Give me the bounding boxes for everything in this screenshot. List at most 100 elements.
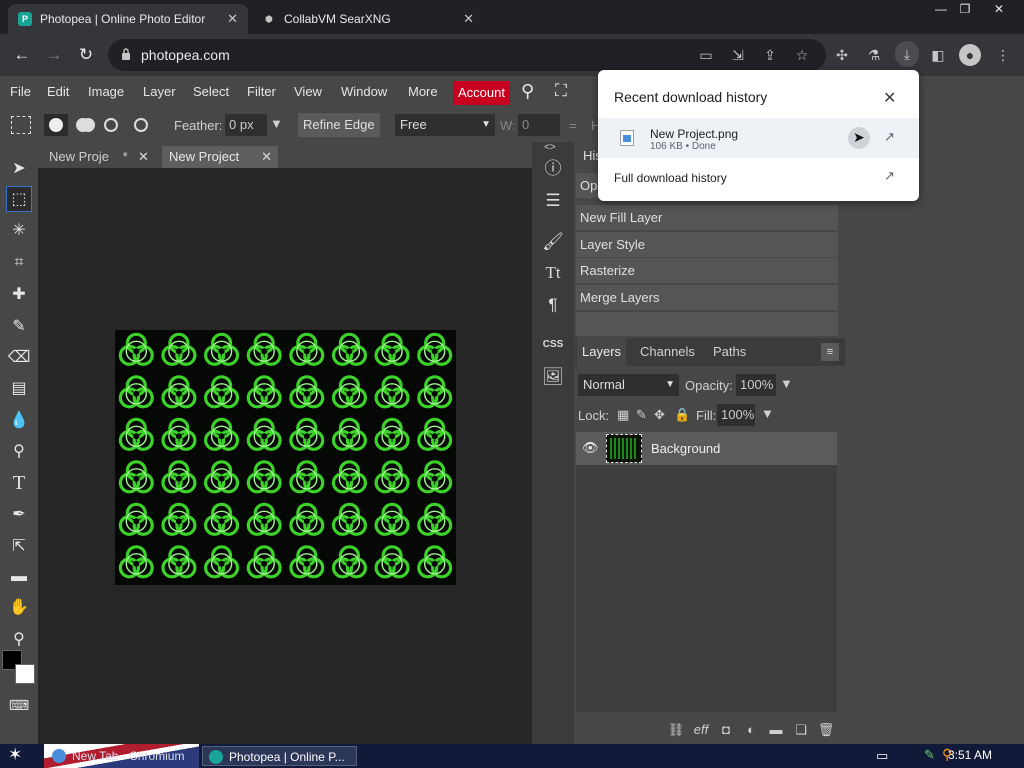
feather-dropdown-icon[interactable]: ▼	[270, 116, 283, 131]
hand-tool-icon[interactable]: ✋	[6, 595, 32, 621]
tab-channels[interactable]: Channels	[640, 344, 695, 359]
downloads-icon[interactable]: ⤓	[895, 41, 919, 67]
clipboard-icon[interactable]: ▭	[696, 45, 716, 65]
eye-visibility-icon[interactable]: 👁	[582, 440, 599, 456]
back-icon[interactable]: ←	[11, 44, 33, 66]
history-item[interactable]: Rasterize	[576, 258, 838, 283]
brush-settings-icon[interactable]: 🖌	[540, 229, 566, 255]
new-group-icon[interactable]: ▬	[767, 722, 785, 740]
style-select[interactable]: Free ▼	[395, 114, 495, 136]
start-star-icon[interactable]: ✶	[8, 745, 22, 765]
move-tool-icon[interactable]: ➤	[6, 156, 32, 182]
account-button[interactable]: Account	[453, 81, 510, 105]
adjustments-icon[interactable]: ☰	[540, 188, 566, 214]
menu-image[interactable]: Image	[88, 84, 124, 99]
share-icon[interactable]: ⇪	[760, 45, 780, 65]
close-tab-icon[interactable]: ✕	[463, 11, 474, 27]
blend-mode-select[interactable]: Normal ▼	[578, 374, 679, 396]
info-icon[interactable]: ⓘ	[540, 156, 566, 182]
collapse-arrows-icon[interactable]: <>	[544, 142, 556, 153]
new-selection-mode[interactable]	[44, 114, 68, 136]
close-icon[interactable]: ✕	[883, 88, 896, 108]
layer-mask-icon[interactable]: ◘	[717, 722, 735, 740]
refine-edge-button[interactable]: Refine Edge	[298, 113, 380, 137]
magic-wand-tool-icon[interactable]: ✳	[6, 218, 32, 244]
path-select-tool-icon[interactable]: ⇱	[6, 534, 32, 560]
menu-layer[interactable]: Layer	[143, 84, 176, 99]
labs-flask-icon[interactable]: ⚗	[864, 45, 884, 65]
css-icon[interactable]: CSS	[540, 332, 566, 358]
lock-icon[interactable]	[121, 48, 131, 60]
character-icon[interactable]: Tt	[540, 260, 566, 286]
tab-layers[interactable]: Layers	[577, 338, 627, 366]
opacity-dropdown-icon[interactable]: ▼	[780, 376, 793, 391]
close-window-icon[interactable]: ✕	[984, 0, 1014, 20]
layer-row-background[interactable]: 👁 Background	[576, 432, 837, 465]
new-layer-icon[interactable]: ❏	[792, 722, 810, 740]
fullscreen-icon[interactable]: ⛶	[555, 81, 567, 101]
crop-tool-icon[interactable]: ⌗	[6, 250, 32, 276]
side-panel-icon[interactable]: ◧	[928, 45, 948, 65]
history-item[interactable]: Layer Style	[576, 232, 838, 257]
bookmark-star-icon[interactable]: ☆	[792, 45, 812, 65]
paragraph-icon[interactable]: ¶	[540, 292, 566, 318]
background-color-swatch[interactable]	[15, 664, 35, 684]
document-tab-2[interactable]: New Project ✕	[162, 146, 278, 168]
taskbar-task-photopea[interactable]: Photopea | Online P...	[202, 746, 357, 766]
history-item[interactable]: Merge Layers	[576, 285, 838, 310]
chrome-menu-icon[interactable]: ⋮	[993, 45, 1013, 65]
lock-pixels-icon[interactable]: ✎	[636, 407, 647, 423]
fill-dropdown-icon[interactable]: ▼	[761, 406, 774, 421]
install-app-icon[interactable]: ⇲	[728, 45, 748, 65]
tab-photopea[interactable]: P Photopea | Online Photo Editor ✕	[8, 4, 248, 34]
add-selection-icon[interactable]	[76, 118, 90, 132]
width-input[interactable]: 0	[518, 114, 560, 136]
taskbar-task-chromium[interactable]: New Tab - Chromium	[46, 746, 198, 766]
lock-position-icon[interactable]: ✥	[654, 407, 665, 423]
delete-layer-icon[interactable]: 🗑	[817, 722, 835, 740]
keyboard-tray-icon[interactable]: ▭	[876, 748, 888, 764]
full-download-history-link[interactable]: Full download history	[614, 171, 727, 185]
address-bar[interactable]: photopea.com ▭ ⇲ ⇪ ☆	[108, 39, 826, 71]
healing-brush-tool-icon[interactable]: ✚	[6, 282, 32, 308]
lock-all-icon[interactable]: 🔒	[674, 407, 690, 423]
blur-tool-icon[interactable]: 💧	[6, 408, 32, 434]
intersect-selection-icon[interactable]	[134, 118, 148, 132]
feather-input[interactable]: 0 px	[225, 114, 267, 136]
reload-icon[interactable]: ↻	[75, 44, 97, 66]
eraser-tool-icon[interactable]: ⌫	[6, 345, 32, 371]
keyboard-icon[interactable]: ⌨	[6, 692, 32, 718]
image-canvas[interactable]	[115, 330, 456, 585]
menu-window[interactable]: Window	[341, 84, 387, 99]
close-document-icon[interactable]: ✕	[261, 146, 272, 168]
menu-edit[interactable]: Edit	[47, 84, 69, 99]
rect-select-tool-icon[interactable]: ⬚	[6, 186, 32, 212]
tab-paths[interactable]: Paths	[713, 344, 746, 359]
opacity-input[interactable]: 100%	[736, 374, 776, 396]
dodge-tool-icon[interactable]: ⚲	[6, 439, 32, 465]
open-external-icon[interactable]: ↗	[884, 168, 895, 184]
download-item[interactable]: New Project.png 106 KB • Done ➤ ↗	[598, 118, 919, 158]
shape-tool-icon[interactable]: ▬	[6, 564, 32, 590]
marquee-tool-icon[interactable]	[11, 116, 31, 134]
layer-effects-icon[interactable]: eff	[692, 722, 710, 740]
tab-collabvm[interactable]: ⬢ CollabVM SearXNG ✕	[252, 4, 484, 34]
network-tray-icon[interactable]: ✎	[924, 747, 935, 763]
menu-select[interactable]: Select	[193, 84, 229, 99]
open-external-icon[interactable]: ↗	[884, 129, 895, 145]
menu-view[interactable]: View	[294, 84, 322, 99]
subtract-selection-icon[interactable]	[104, 118, 118, 132]
close-document-icon[interactable]: ✕	[138, 146, 149, 168]
gradient-tool-icon[interactable]: ▤	[6, 376, 32, 402]
type-tool-icon[interactable]: T	[6, 470, 32, 496]
history-item[interactable]: New Fill Layer	[576, 205, 838, 230]
image-icon[interactable]: 🖼	[540, 364, 566, 390]
open-folder-button[interactable]: ➤	[848, 127, 870, 149]
panel-menu-icon[interactable]: ≡	[821, 343, 839, 361]
brush-tool-icon[interactable]: ✎	[6, 314, 32, 340]
pen-tool-icon[interactable]: ✒	[6, 502, 32, 528]
menu-more[interactable]: More	[408, 84, 438, 99]
adjustment-layer-icon[interactable]: ◐	[742, 722, 760, 740]
link-layers-icon[interactable]: ⛓	[667, 722, 685, 740]
close-tab-icon[interactable]: ✕	[227, 11, 238, 27]
